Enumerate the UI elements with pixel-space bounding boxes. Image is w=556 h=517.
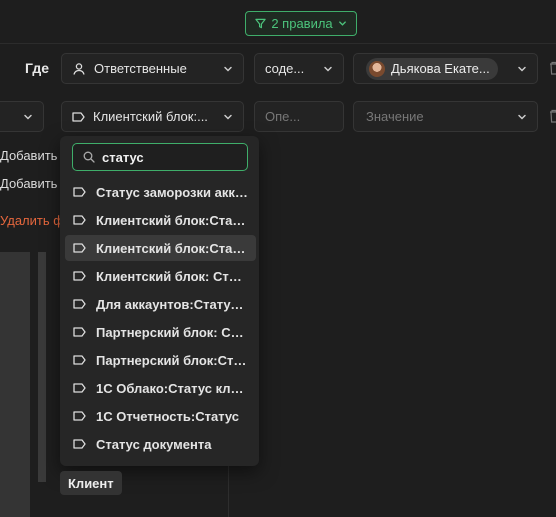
field-select-responsible[interactable]: Ответственные	[61, 53, 244, 84]
field-select-label: Клиентский блок:...	[93, 109, 208, 124]
chevron-down-icon	[224, 66, 232, 72]
where-label: Где	[25, 60, 50, 76]
add-group-link[interactable]: Добавить п	[0, 176, 68, 191]
conjunction-select[interactable]	[0, 101, 44, 132]
chevron-down-icon	[324, 66, 332, 72]
dropdown-option-label: Для аккаунтов:Статус ...	[96, 296, 248, 312]
dropdown-option-label: Партнерский блок: Ста...	[96, 324, 248, 340]
tag-icon	[73, 243, 86, 253]
user-chip[interactable]: Дьякова Екате...	[366, 57, 498, 80]
dropdown-option-label: Клиентский блок:Стату...	[96, 212, 248, 228]
column-divider	[228, 458, 229, 517]
add-condition-link[interactable]: Добавить п	[0, 148, 68, 163]
dropdown-option[interactable]: Клиентский блок: Стату...	[65, 263, 256, 289]
user-icon	[73, 62, 85, 75]
chevron-down-icon	[24, 114, 32, 120]
tag-icon	[73, 299, 86, 309]
dropdown-option[interactable]: 1С Облако:Статус клие...	[65, 375, 256, 401]
search-icon	[83, 151, 95, 163]
tag-icon	[73, 411, 86, 421]
dropdown-option[interactable]: Клиентский блок:Стату...	[65, 207, 256, 233]
tag-icon	[73, 215, 86, 225]
operator-select[interactable]: соде...	[254, 53, 344, 84]
dropdown-option[interactable]: Статус документа	[65, 431, 256, 457]
search-input[interactable]	[102, 149, 222, 165]
tag-icon	[73, 187, 86, 197]
operator-select-label: соде...	[265, 61, 305, 76]
trash-icon[interactable]	[549, 61, 556, 75]
dropdown-search[interactable]	[72, 143, 248, 171]
board-column	[0, 252, 30, 517]
operator-select[interactable]: Опе...	[254, 101, 344, 132]
user-chip-name: Дьякова Екате...	[391, 61, 490, 76]
rules-button-label: 2 правила	[271, 16, 333, 31]
dropdown-option-label: 1С Облако:Статус клие...	[96, 380, 248, 396]
trash-icon[interactable]	[549, 109, 556, 123]
value-select-user[interactable]: Дьякова Екате...	[353, 53, 538, 84]
rules-button[interactable]: 2 правила	[245, 11, 357, 36]
dropdown-option-label: Статус документа	[96, 436, 212, 452]
avatar	[369, 60, 385, 77]
dropdown-option[interactable]: Партнерский блок: Ста...	[65, 319, 256, 345]
tag-icon	[73, 271, 86, 281]
dropdown-option[interactable]: Статус заморозки акка...	[65, 179, 256, 205]
dropdown-option-label: 1С Отчетность:Статус	[96, 408, 240, 424]
value-select[interactable]: Значение	[353, 101, 538, 132]
chevron-down-icon	[224, 114, 232, 120]
tag-icon	[73, 439, 86, 449]
filter-icon	[255, 18, 267, 29]
dropdown-option-label: Партнерский блок:Стат...	[96, 352, 248, 368]
board-column-edge	[38, 252, 46, 482]
field-select-client-block[interactable]: Клиентский блок:...	[61, 101, 244, 132]
tag-icon	[73, 383, 86, 393]
chevron-down-icon	[518, 66, 526, 72]
chevron-down-icon	[338, 21, 346, 26]
value-placeholder: Значение	[366, 109, 424, 124]
tag-icon	[73, 355, 86, 365]
dropdown-option[interactable]: Для аккаунтов:Статус ...	[65, 291, 256, 317]
header-divider	[0, 43, 556, 44]
chevron-down-icon	[518, 114, 526, 120]
dropdown-option-label: Клиентский блок: Стату...	[96, 268, 248, 284]
tooltip: Клиент	[60, 471, 122, 495]
dropdown-option-label: Статус заморозки акка...	[96, 184, 248, 200]
field-select-label: Ответственные	[94, 61, 187, 76]
dropdown-option[interactable]: Партнерский блок:Стат...	[65, 347, 256, 373]
tag-icon	[72, 111, 85, 122]
dropdown-option[interactable]: 1С Отчетность:Статус	[65, 403, 256, 429]
tag-icon	[73, 327, 86, 337]
operator-placeholder: Опе...	[265, 109, 301, 124]
dropdown-option-label: Клиентский блок:Стату...	[96, 240, 248, 256]
dropdown-option[interactable]: Клиентский блок:Стату...	[65, 235, 256, 261]
